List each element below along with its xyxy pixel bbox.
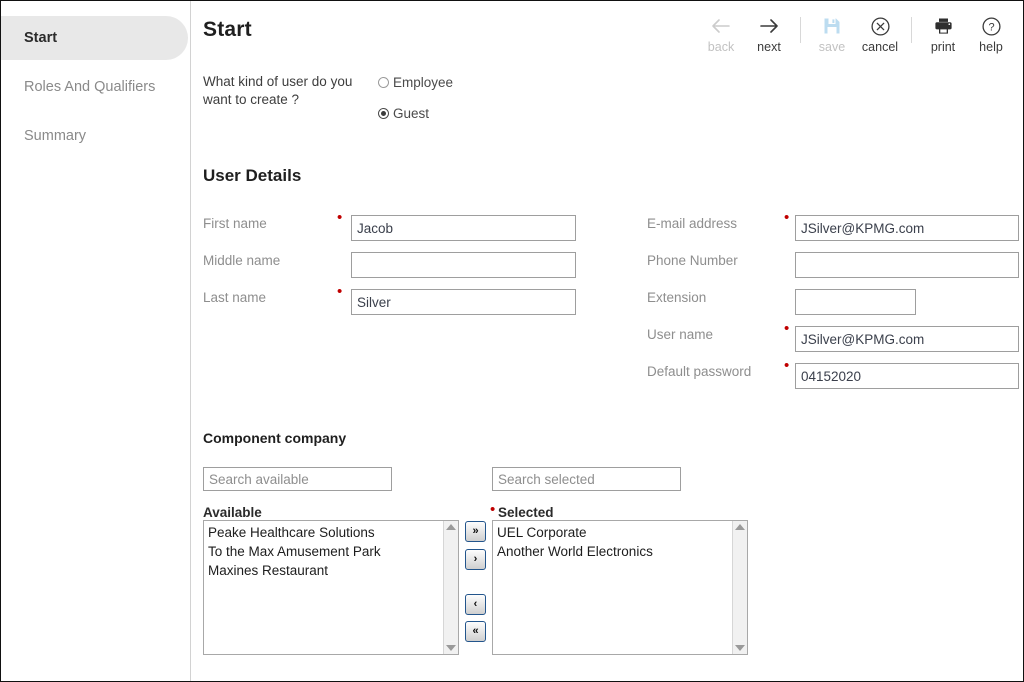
toolbar-divider	[800, 17, 801, 43]
last-name-label: Last name	[203, 290, 267, 305]
available-list-items: Peake Healthcare Solutions To the Max Am…	[204, 521, 443, 654]
phone-number-label: Phone Number	[647, 253, 738, 268]
help-label: help	[979, 40, 1003, 54]
arrow-right-icon	[758, 13, 780, 39]
radio-employee-label: Employee	[393, 75, 454, 90]
next-button[interactable]: next	[745, 7, 793, 54]
floppy-disk-icon	[822, 13, 842, 39]
user-name-required-marker: •	[784, 320, 790, 337]
list-item[interactable]: UEL Corporate	[497, 523, 732, 542]
scroll-down-icon[interactable]	[735, 645, 745, 651]
sidebar-item-summary[interactable]: Summary	[1, 114, 189, 158]
scroll-up-icon[interactable]	[446, 524, 456, 530]
back-button[interactable]: back	[697, 7, 745, 54]
last-name-required-marker: •	[337, 283, 343, 300]
toolbar-divider	[911, 17, 912, 43]
available-list-scrollbar[interactable]	[443, 521, 458, 654]
radio-guest[interactable]: Guest	[378, 106, 429, 121]
move-all-right-button[interactable]: »	[465, 521, 486, 542]
radio-employee[interactable]: Employee	[378, 75, 453, 90]
list-item[interactable]: Another World Electronics	[497, 542, 732, 561]
sidebar-item-label: Summary	[24, 128, 87, 144]
user-name-input[interactable]	[795, 326, 1019, 352]
sidebar-item-label: Start	[24, 30, 58, 46]
default-password-required-marker: •	[784, 357, 790, 374]
scroll-down-icon[interactable]	[446, 645, 456, 651]
user-name-label: User name	[647, 327, 714, 342]
save-label: save	[818, 40, 846, 54]
sidebar-item-label: Roles And Qualifiers	[24, 79, 156, 95]
printer-icon	[933, 13, 954, 39]
available-list-label: Available	[203, 505, 262, 520]
list-item[interactable]: Peake Healthcare Solutions	[208, 523, 443, 542]
move-left-button[interactable]: ‹	[465, 594, 486, 615]
phone-number-input[interactable]	[795, 252, 1019, 278]
save-button[interactable]: save	[808, 7, 856, 54]
last-name-input[interactable]	[351, 289, 576, 315]
user-type-question: What kind of user do you want to create …	[203, 74, 353, 107]
selected-list-items: UEL Corporate Another World Electronics	[493, 521, 732, 654]
selected-list-label: Selected	[498, 505, 554, 520]
question-circle-icon: ?	[981, 13, 1002, 39]
available-listbox[interactable]: Peake Healthcare Solutions To the Max Am…	[203, 520, 459, 655]
list-item[interactable]: Maxines Restaurant	[208, 561, 443, 580]
radio-employee-mark	[378, 77, 389, 88]
email-label: E-mail address	[647, 216, 738, 231]
svg-text:?: ?	[988, 21, 994, 33]
sidebar-item-roles-and-qualifiers[interactable]: Roles And Qualifiers	[1, 65, 189, 109]
wizard-sidebar: Start Roles And Qualifiers Summary	[1, 1, 191, 681]
user-details-heading: User Details	[203, 166, 302, 185]
main-content: Start back next save cancel print ? help…	[192, 1, 1023, 681]
extension-label: Extension	[647, 290, 707, 305]
next-label: next	[757, 40, 781, 54]
selected-list-scrollbar[interactable]	[732, 521, 747, 654]
extension-input[interactable]	[795, 289, 916, 315]
selected-listbox[interactable]: UEL Corporate Another World Electronics	[492, 520, 748, 655]
component-company-heading: Component company	[203, 430, 347, 446]
arrow-left-icon	[710, 13, 732, 39]
email-input[interactable]	[795, 215, 1019, 241]
middle-name-label: Middle name	[203, 253, 281, 268]
radio-guest-label: Guest	[393, 106, 430, 121]
user-creation-wizard: Start Roles And Qualifiers Summary Start…	[0, 0, 1024, 682]
back-label: back	[707, 40, 735, 54]
move-right-button[interactable]: ›	[465, 549, 486, 570]
help-button[interactable]: ? help	[967, 7, 1015, 54]
first-name-required-marker: •	[337, 209, 343, 226]
scroll-up-icon[interactable]	[735, 524, 745, 530]
selected-list-required-marker: •	[490, 501, 496, 518]
circle-x-icon	[870, 13, 891, 39]
search-available-input[interactable]	[203, 467, 392, 491]
search-selected-input[interactable]	[492, 467, 681, 491]
print-label: print	[930, 40, 956, 54]
print-button[interactable]: print	[919, 7, 967, 54]
first-name-input[interactable]	[351, 215, 576, 241]
sidebar-item-start[interactable]: Start	[1, 16, 188, 60]
cancel-button[interactable]: cancel	[856, 7, 904, 54]
move-all-left-button[interactable]: «	[465, 621, 486, 642]
page-title: Start	[203, 18, 252, 41]
list-item[interactable]: To the Max Amusement Park	[208, 542, 443, 561]
default-password-label: Default password	[647, 364, 752, 379]
toolbar: back next save cancel print ? help	[697, 7, 1015, 61]
first-name-label: First name	[203, 216, 267, 231]
email-required-marker: •	[784, 209, 790, 226]
cancel-label: cancel	[861, 40, 899, 54]
middle-name-input[interactable]	[351, 252, 576, 278]
radio-guest-mark	[378, 108, 389, 119]
default-password-input[interactable]	[795, 363, 1019, 389]
